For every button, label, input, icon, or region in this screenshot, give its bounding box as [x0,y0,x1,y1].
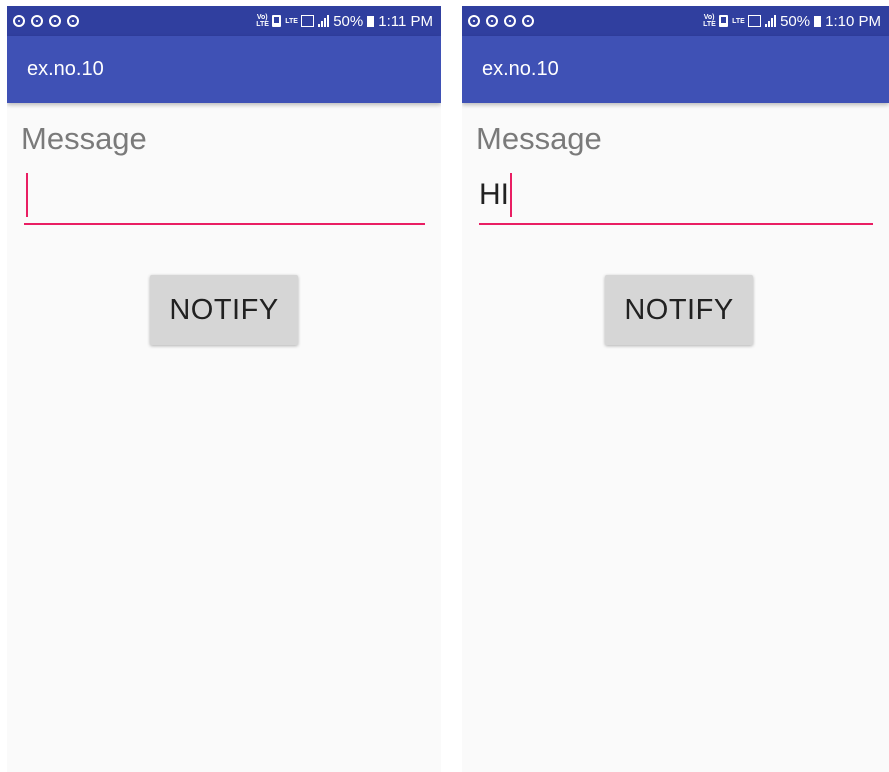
signal-icon [318,15,330,27]
status-bar: Vo) LTE LTE 50% 1:10 PM [462,6,889,36]
clock: 1:11 PM [378,12,433,30]
lte-icon: LTE [285,17,298,25]
battery-icon [367,15,375,27]
notification-icons [13,15,79,27]
message-input[interactable]: HI [479,167,873,225]
sim-icon [272,15,282,27]
lte-icon: LTE [732,17,745,25]
app-bar: ex.no.10 [7,36,441,103]
phone-screen-1: Vo) LTE LTE 50% 1:11 PM ex.no.10 Message… [7,6,441,772]
volte-icon: Vo) LTE [256,14,269,28]
system-icons: Vo) LTE LTE 50% 1:11 PM [256,13,433,30]
signal-icon [765,15,777,27]
notify-button[interactable]: NOTIFY [150,275,298,345]
battery-percent: 50% [333,12,364,30]
notification-icon [468,15,480,27]
volte-icon: Vo) LTE [703,14,716,28]
message-input-value: HI [479,178,509,211]
data-icon [301,15,315,27]
notification-icon [504,15,516,27]
notification-icon [49,15,61,27]
system-icons: Vo) LTE LTE 50% 1:10 PM [703,13,881,30]
text-cursor [26,173,28,217]
message-label: Message [21,121,147,156]
clock: 1:10 PM [825,12,881,30]
battery-percent: 50% [780,12,811,30]
battery-icon [814,15,822,27]
app-title: ex.no.10 [27,58,104,80]
phone-screen-2: Vo) LTE LTE 50% 1:10 PM ex.no.10 Message… [462,6,889,772]
notification-icon [31,15,43,27]
app-title: ex.no.10 [482,58,559,80]
data-icon [748,15,762,27]
notify-button[interactable]: NOTIFY [605,275,753,345]
sim-icon [719,15,729,27]
message-input[interactable] [24,167,425,225]
notification-icon [67,15,79,27]
notification-icon [522,15,534,27]
notification-icon [13,15,25,27]
app-bar: ex.no.10 [462,36,889,103]
notification-icon [486,15,498,27]
notification-icons [468,15,534,27]
status-bar: Vo) LTE LTE 50% 1:11 PM [7,6,441,36]
message-label: Message [476,121,602,156]
text-cursor [510,173,512,217]
